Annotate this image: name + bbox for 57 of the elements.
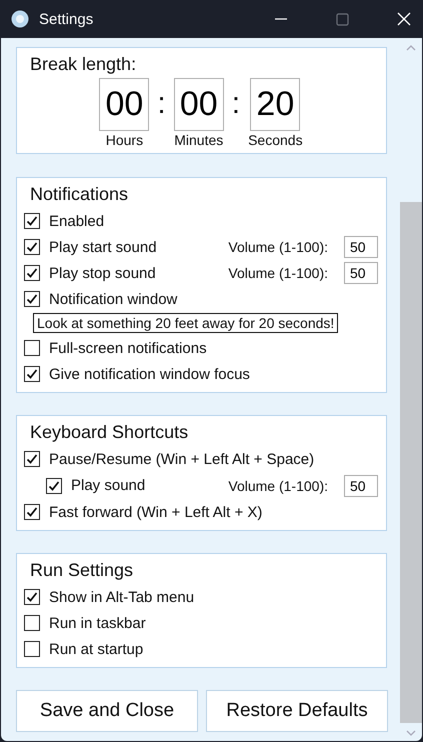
section-title: Keyboard Shortcuts [29,421,190,444]
time-field[interactable]: 00 [99,78,150,131]
time-field[interactable]: 20 [250,78,300,131]
checkbox[interactable] [24,366,40,382]
volume-label: Volume (1-100): [228,265,328,281]
checkbox-label[interactable]: Run at startup [49,640,144,658]
maximize-icon[interactable] [336,12,349,26]
volume-field[interactable]: 50 [344,474,378,496]
section-title: Break length: [29,53,138,76]
check-icon [26,506,38,518]
section-title: Run Settings [29,559,134,582]
checkbox[interactable] [46,478,62,494]
checkbox[interactable] [24,615,40,631]
time-field[interactable]: 00 [174,78,224,131]
checkbox-label[interactable]: Give notification window focus [49,366,250,382]
checkbox[interactable] [24,451,40,467]
check-icon [26,453,38,465]
checkbox[interactable] [24,239,40,255]
checkbox-label[interactable]: Notification window [49,290,178,308]
checkbox-label[interactable]: Play stop sound [49,264,156,282]
checkbox[interactable] [24,589,40,605]
check-icon [26,267,38,279]
checkbox[interactable] [24,213,40,229]
checkbox-label[interactable]: Play sound [71,477,146,494]
checkbox-label[interactable]: Full-screen notifications [49,340,207,356]
time-label: Hours [106,132,144,148]
time-separator: : [232,87,240,121]
check-icon [26,293,38,305]
close-icon[interactable] [397,12,411,26]
time-label: Minutes [174,132,224,148]
checkbox[interactable] [24,265,40,281]
checkbox-label[interactable]: Run in taskbar [49,614,146,632]
checkbox-label[interactable]: Fast forward (Win + Left Alt + X) [49,504,262,520]
check-icon [26,215,38,227]
checkbox[interactable] [24,340,40,356]
checkbox-label[interactable]: Play start sound [49,238,157,256]
checkbox[interactable] [24,504,40,520]
volume-label: Volume (1-100): [228,239,328,255]
section-title: Notifications [29,183,130,206]
check-icon [26,368,38,380]
time-label: Seconds [248,132,303,148]
window-title: Settings [39,10,94,28]
checkbox-label[interactable]: Enabled [49,212,104,230]
action-button[interactable]: Restore Defaults [206,690,388,732]
check-icon [26,241,38,253]
checkbox-label[interactable]: Pause/Resume (Win + Left Alt + Space) [49,450,314,468]
checkbox[interactable] [24,291,40,307]
message-field[interactable]: Look at something 20 feet away for 20 seconds! [33,313,338,333]
checkbox-label[interactable]: Show in Alt-Tab menu [49,588,194,606]
action-button[interactable]: Save and Close [16,690,198,732]
volume-label: Volume (1-100): [228,478,328,494]
checkbox[interactable] [24,641,40,657]
check-icon [48,480,60,492]
volume-field[interactable]: 50 [344,236,378,258]
time-separator: : [157,87,166,121]
check-icon [26,591,38,603]
volume-field[interactable]: 50 [344,262,378,284]
